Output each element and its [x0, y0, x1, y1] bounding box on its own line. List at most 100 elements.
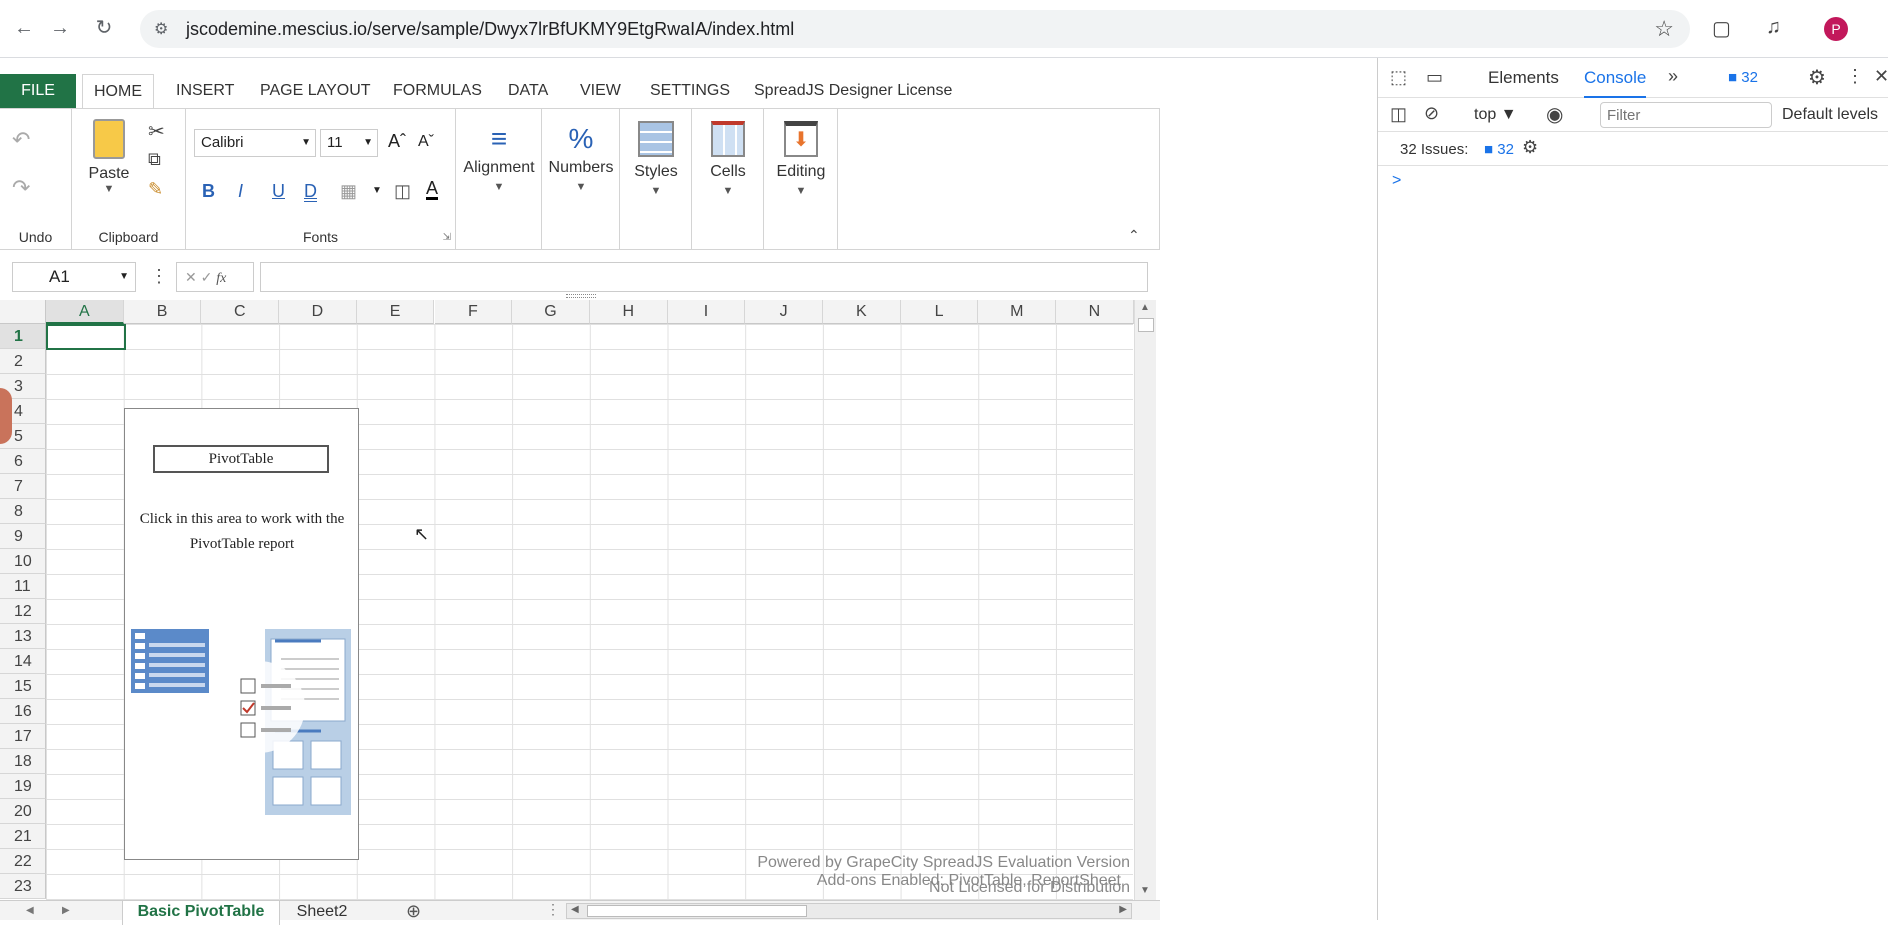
font-size-select[interactable]: 11 ▼: [320, 129, 378, 157]
chevron-down-icon[interactable]: ▼: [119, 263, 129, 291]
border-dropdown-icon[interactable]: ▼: [372, 185, 382, 196]
tab-elements[interactable]: Elements: [1488, 68, 1559, 88]
column-header-n[interactable]: N: [1056, 300, 1134, 324]
tab-page-layout[interactable]: PAGE LAYOUT: [260, 74, 371, 108]
column-header-h[interactable]: H: [589, 300, 668, 324]
scroll-down-icon[interactable]: ▼: [1140, 885, 1150, 896]
console-settings-icon[interactable]: ⚙: [1522, 137, 1538, 158]
column-header-j[interactable]: J: [745, 300, 823, 324]
alignment-button[interactable]: ≡ Alignment ▼: [456, 123, 542, 193]
tab-splitter-icon[interactable]: ⋮: [546, 901, 560, 918]
row-header-23[interactable]: 23: [0, 874, 46, 899]
console-prompt-icon[interactable]: >: [1392, 172, 1401, 190]
horizontal-scrollbar[interactable]: ◀ ▶: [566, 903, 1132, 919]
row-header-16[interactable]: 16: [0, 699, 46, 724]
column-header-i[interactable]: I: [667, 300, 746, 324]
double-underline-icon[interactable]: D: [304, 181, 317, 202]
row-header-1[interactable]: 1: [0, 324, 46, 349]
side-float-badge[interactable]: [0, 388, 12, 444]
column-header-l[interactable]: L: [900, 300, 979, 324]
vertical-scrollbar[interactable]: ▲ ▼: [1134, 300, 1156, 900]
decrease-font-icon[interactable]: Aˇ: [418, 133, 434, 151]
tab-settings[interactable]: SETTINGS: [650, 74, 730, 108]
scroll-up-icon[interactable]: ▲: [1140, 302, 1150, 313]
tab-data[interactable]: DATA: [508, 74, 548, 108]
font-name-select[interactable]: Calibri ▼: [194, 129, 316, 157]
column-header-e[interactable]: E: [356, 300, 435, 324]
column-header-m[interactable]: M: [978, 300, 1057, 324]
tab-designer-license[interactable]: SpreadJS Designer License: [754, 74, 952, 108]
redo-icon[interactable]: ↷: [12, 175, 30, 201]
italic-icon[interactable]: I: [238, 181, 243, 202]
scroll-thumb[interactable]: [1138, 318, 1154, 332]
sheet-tab-sheet2[interactable]: Sheet2: [284, 901, 360, 925]
more-tabs-icon[interactable]: »: [1668, 66, 1678, 87]
row-header-19[interactable]: 19: [0, 774, 46, 799]
tab-file[interactable]: FILE: [0, 74, 76, 108]
reload-icon[interactable]: ↻: [90, 14, 118, 42]
select-all-corner[interactable]: [0, 300, 46, 324]
column-header-f[interactable]: F: [434, 300, 513, 324]
tab-console[interactable]: Console: [1584, 68, 1647, 98]
media-icon[interactable]: ♫: [1766, 16, 1781, 39]
undo-icon[interactable]: ↶: [12, 127, 30, 153]
font-color-icon[interactable]: A: [426, 179, 439, 200]
column-header-d[interactable]: D: [279, 300, 357, 324]
url-text[interactable]: jscodemine.mescius.io/serve/sample/Dwyx7…: [186, 19, 794, 40]
site-info-icon[interactable]: ⚙: [154, 19, 168, 39]
context-select[interactable]: top ▼: [1474, 106, 1517, 124]
row-header-14[interactable]: 14: [0, 649, 46, 674]
close-icon[interactable]: ✕: [1874, 66, 1888, 87]
row-header-2[interactable]: 2: [0, 349, 46, 374]
forward-icon[interactable]: →: [46, 14, 74, 42]
extensions-icon[interactable]: ▢: [1712, 16, 1731, 41]
sheet-tab-basic-pivottable[interactable]: Basic PivotTable: [122, 901, 280, 925]
prev-sheet-icon[interactable]: ◀: [26, 905, 34, 916]
live-expression-eye-icon[interactable]: ◉: [1546, 102, 1563, 127]
add-sheet-icon[interactable]: ⊕: [406, 901, 421, 922]
column-header-a[interactable]: A: [46, 300, 124, 324]
selected-cell[interactable]: [46, 324, 126, 350]
scroll-right-icon[interactable]: ▶: [1119, 904, 1127, 915]
row-header-9[interactable]: 9: [0, 524, 46, 549]
row-header-6[interactable]: 6: [0, 449, 46, 474]
pivot-table-placeholder[interactable]: PivotTable Click in this area to work wi…: [124, 408, 359, 860]
row-header-17[interactable]: 17: [0, 724, 46, 749]
fonts-dialog-launcher-icon[interactable]: ⇲: [443, 232, 451, 243]
row-header-21[interactable]: 21: [0, 824, 46, 849]
fill-color-icon[interactable]: ◫: [394, 181, 411, 202]
tab-insert[interactable]: INSERT: [176, 74, 234, 108]
row-header-20[interactable]: 20: [0, 799, 46, 824]
copy-icon[interactable]: ⧉: [148, 149, 161, 170]
underline-icon[interactable]: U: [272, 181, 285, 202]
address-bar[interactable]: ⚙ jscodemine.mescius.io/serve/sample/Dwy…: [140, 10, 1690, 48]
row-header-15[interactable]: 15: [0, 674, 46, 699]
bookmark-star-icon[interactable]: ☆: [1654, 16, 1674, 42]
tab-home[interactable]: HOME: [82, 74, 154, 110]
profile-avatar[interactable]: P: [1824, 17, 1848, 41]
formula-resize-handle[interactable]: [566, 294, 596, 298]
confirm-icon[interactable]: ✓: [201, 269, 213, 285]
console-filter-input[interactable]: [1600, 102, 1772, 128]
format-painter-icon[interactable]: ✎: [148, 179, 163, 200]
scroll-left-icon[interactable]: ◀: [571, 904, 579, 915]
styles-button[interactable]: Styles ▼: [620, 121, 692, 197]
editing-button[interactable]: ⬇ Editing ▼: [764, 121, 838, 197]
collapse-ribbon-icon[interactable]: ⌃: [1128, 227, 1140, 244]
inspect-element-icon[interactable]: ⬚: [1390, 67, 1407, 88]
cut-icon[interactable]: ✂: [148, 119, 165, 144]
bold-icon[interactable]: B: [202, 181, 215, 202]
kebab-menu-icon[interactable]: ⋮: [1846, 66, 1864, 87]
more-options-icon[interactable]: ⋮: [150, 266, 168, 287]
cancel-icon[interactable]: ✕: [185, 269, 197, 285]
h-scroll-thumb[interactable]: [587, 905, 807, 917]
settings-gear-icon[interactable]: ⚙: [1808, 65, 1826, 90]
increase-font-icon[interactable]: Aˆ: [388, 131, 406, 152]
row-header-13[interactable]: 13: [0, 624, 46, 649]
next-sheet-icon[interactable]: ▶: [62, 905, 70, 916]
issues-badge[interactable]: ■ 32: [1728, 69, 1758, 86]
column-header-b[interactable]: B: [123, 300, 202, 324]
cells-button[interactable]: Cells ▼: [692, 121, 764, 197]
row-header-22[interactable]: 22: [0, 849, 46, 874]
row-header-10[interactable]: 10: [0, 549, 46, 574]
